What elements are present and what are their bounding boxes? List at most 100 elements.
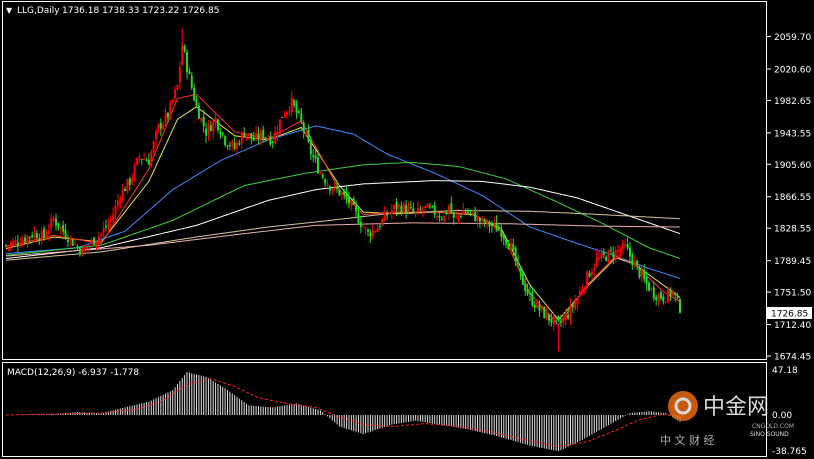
candle-body — [257, 133, 260, 140]
candle-body — [481, 218, 484, 220]
candle-body — [69, 237, 72, 241]
candle-body — [62, 225, 65, 232]
candle-body — [276, 131, 279, 135]
candle-body — [200, 117, 203, 121]
candle-body — [119, 199, 122, 202]
candle-body — [631, 255, 634, 266]
candle-body — [500, 229, 503, 237]
candle-body — [600, 252, 603, 259]
candle-body — [659, 292, 662, 299]
candle-body — [493, 222, 496, 224]
candle-body — [362, 226, 365, 228]
candle-body — [626, 244, 629, 249]
candle-body — [467, 211, 470, 213]
candle-body — [121, 188, 124, 201]
candle-body — [357, 212, 360, 224]
candle-body — [181, 45, 184, 65]
chevron-down-icon[interactable]: ▼ — [6, 6, 13, 15]
price-tick-label: 1751.50 — [774, 289, 811, 299]
candle-body — [359, 221, 362, 227]
macd-tick-label: 47.18 — [772, 366, 798, 376]
candle-body — [478, 218, 481, 222]
candle-body — [431, 205, 434, 207]
candle-body — [324, 179, 327, 184]
candle-body — [88, 244, 91, 246]
candle-body — [409, 206, 412, 208]
candle-body — [462, 210, 465, 215]
candle-body — [309, 140, 312, 155]
candle-body — [609, 249, 612, 251]
candle-body — [190, 75, 193, 88]
candle-body — [488, 222, 491, 227]
candle-body — [412, 208, 415, 212]
candle-body — [247, 133, 250, 136]
candle-body — [455, 215, 458, 217]
price-tick-label: 1943.55 — [774, 129, 811, 139]
candle-body — [255, 133, 258, 140]
candle-body — [474, 211, 477, 221]
candle-body — [490, 224, 493, 226]
candle-body — [183, 45, 186, 52]
candle-body — [555, 316, 558, 318]
candle-body — [250, 132, 253, 139]
candle-body — [383, 212, 386, 222]
candle-body — [316, 157, 319, 174]
candle-body — [178, 66, 181, 83]
candle-body — [619, 249, 622, 252]
candle-body — [288, 111, 291, 113]
candle-body — [45, 235, 48, 239]
candle-body — [102, 228, 105, 234]
candle-body — [521, 271, 524, 285]
candle-body — [336, 186, 339, 189]
candle-body — [143, 159, 146, 161]
candle-body — [502, 234, 505, 239]
candle-body — [495, 222, 498, 232]
candle-body — [205, 128, 208, 136]
candle-body — [528, 292, 531, 294]
candle-body — [238, 142, 241, 145]
candle-body — [286, 111, 289, 116]
candle-body — [662, 296, 665, 302]
candle-body — [97, 236, 100, 243]
moving-average-lines — [5, 93, 681, 326]
symbol-label: LLG,Daily — [17, 6, 60, 16]
candle-body — [252, 137, 255, 141]
current-price-tag: 1726.85 — [771, 310, 808, 320]
candle-body — [574, 301, 577, 309]
candle-body — [476, 215, 479, 221]
candle-body — [402, 203, 405, 213]
chart-canvas[interactable]: 2059.70 2020.60 1982.65 1943.55 1905.60 1866.… — [0, 0, 814, 459]
candle-body — [9, 242, 12, 246]
candle-body — [533, 304, 536, 308]
candle-body — [424, 206, 427, 208]
moving-average-line-ma-red — [5, 93, 681, 326]
candle-body — [343, 191, 346, 195]
candle-body — [300, 113, 303, 122]
candle-body — [231, 141, 234, 146]
candle-body — [302, 122, 305, 132]
candle-body — [376, 228, 379, 233]
ohlc-values: 1736.18 1738.33 1723.22 1726.85 — [62, 6, 219, 16]
candle-body — [240, 132, 243, 144]
price-panel-frame — [2, 1, 767, 360]
candle-body — [95, 241, 98, 246]
candle-body — [581, 289, 584, 293]
candle-body — [621, 243, 624, 250]
candle-body — [21, 239, 24, 245]
candle-body — [526, 289, 529, 295]
candle-body — [197, 105, 200, 119]
candle-body — [640, 271, 643, 277]
price-tick-label: 1905.60 — [774, 161, 811, 171]
candle-body — [505, 240, 508, 245]
candle-body — [76, 246, 79, 248]
candle-body — [74, 243, 77, 245]
price-tick-label: 1712.40 — [774, 321, 811, 331]
candle-body — [64, 230, 67, 239]
candle-body — [333, 184, 336, 187]
candle-body — [669, 289, 672, 297]
candle-body — [667, 289, 670, 302]
candle-body — [212, 120, 215, 132]
candle-body — [676, 296, 679, 298]
candle-body — [374, 231, 377, 233]
candle-body — [219, 131, 222, 135]
